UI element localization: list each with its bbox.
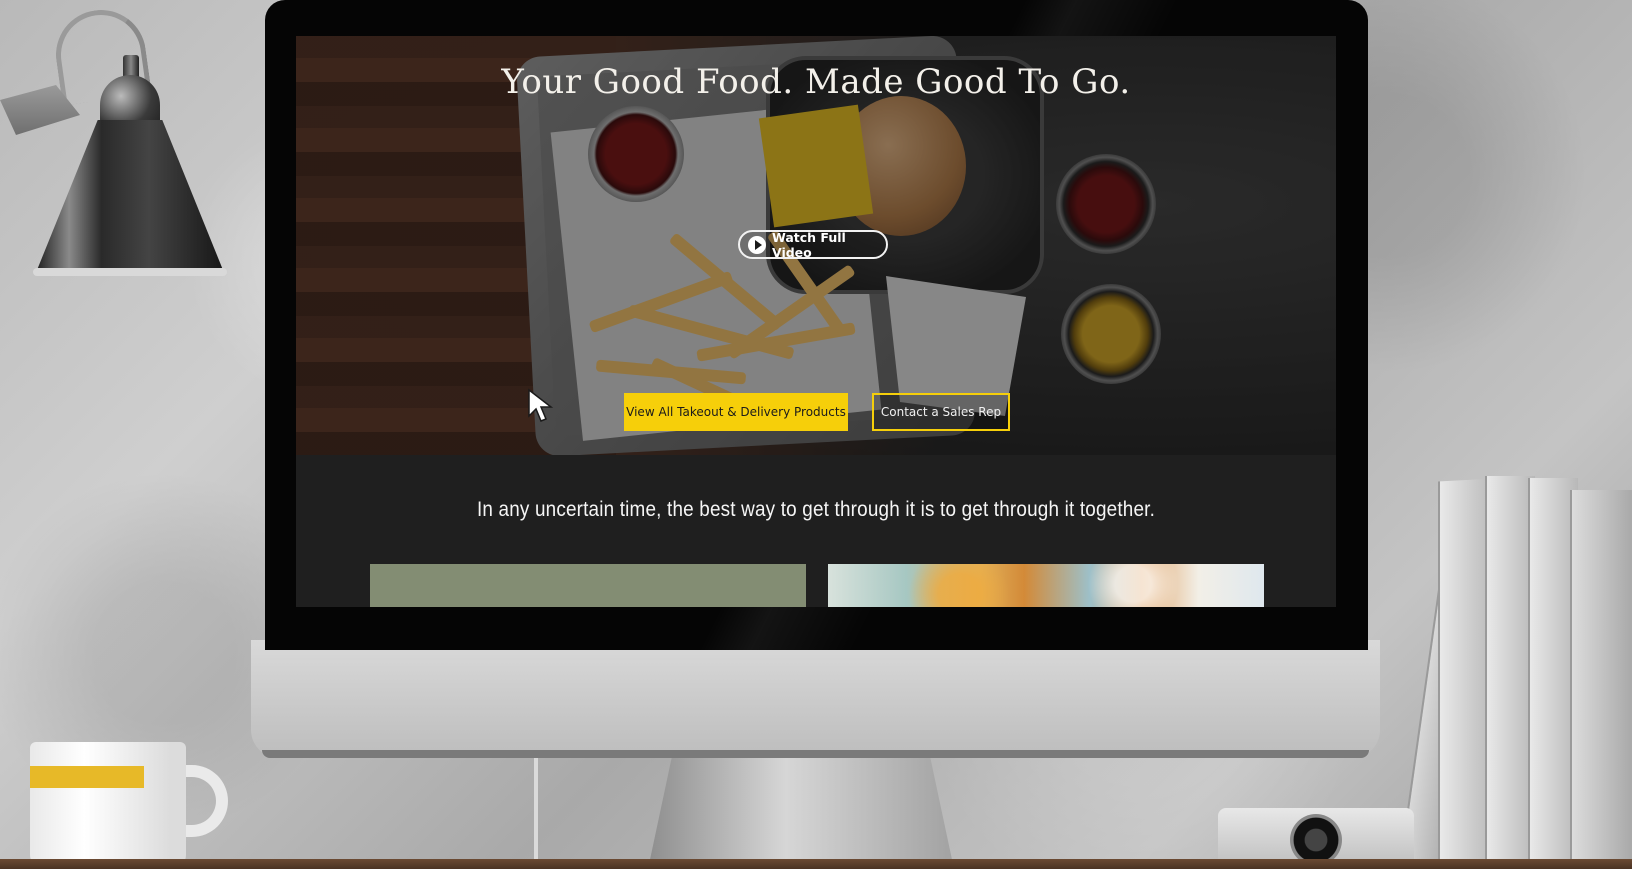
contact-sales-button[interactable]: Contact a Sales Rep: [872, 393, 1010, 431]
lamp-rim: [33, 268, 227, 276]
desk-surface: [0, 859, 1632, 869]
feature-card-right-image: [828, 564, 1264, 607]
intro-tagline: In any uncertain time, the best way to g…: [476, 498, 1156, 521]
view-products-button[interactable]: View All Takeout & Delivery Products: [624, 393, 848, 431]
monitor-screen: Your Good Food. Made Good To Go. Watch F…: [296, 36, 1336, 607]
watch-video-button[interactable]: Watch Full Video: [738, 229, 888, 260]
play-icon: [748, 235, 766, 254]
watch-video-label: Watch Full Video: [772, 229, 846, 260]
monitor-chin: [251, 640, 1380, 758]
mouse-cursor-icon: [528, 388, 554, 422]
hero-section: Your Good Food. Made Good To Go. Watch F…: [296, 36, 1336, 455]
mug-stripe: [30, 766, 144, 788]
monitor-chin-edge: [262, 750, 1369, 758]
feature-card-left[interactable]: [370, 564, 806, 607]
monitor-stand: [648, 754, 954, 869]
hero-title: Your Good Food. Made Good To Go.: [501, 62, 1131, 102]
mug-body: [30, 742, 186, 869]
monitor-cable: [534, 755, 538, 869]
book: [1570, 490, 1632, 865]
